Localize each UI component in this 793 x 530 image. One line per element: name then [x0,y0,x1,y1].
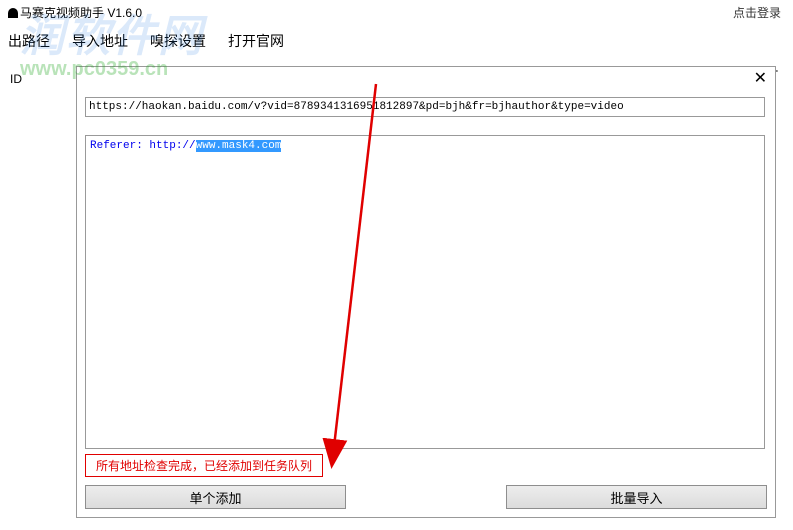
menu-open-site[interactable]: 打开官网 [228,31,284,51]
close-icon[interactable]: ✕ [754,71,767,87]
url-input[interactable] [85,97,765,117]
app-title: 马赛克视频助手 V1.6.0 [20,4,142,21]
referer-textarea[interactable]: Referer: http://www.mask4.com [85,135,765,449]
login-link[interactable]: 点击登录 [733,4,781,21]
single-add-button[interactable]: 单个添加 [85,485,346,509]
referer-selected[interactable]: www.mask4.com [196,140,282,152]
menu-import-addr[interactable]: 导入地址 [72,31,128,51]
user-icon [8,8,18,18]
id-column-header: ID [10,72,22,86]
add-dialog: ✕ Referer: http://www.mask4.com 所有地址检查完成… [76,66,776,518]
referer-prefix: Referer: http:// [90,140,196,152]
batch-import-button[interactable]: 批量导入 [506,485,767,509]
status-message: 所有地址检查完成，已经添加到任务队列 [85,454,323,477]
menu-export-path[interactable]: 出路径 [8,31,50,51]
menubar: 出路径 导入地址 嗅探设置 打开官网 [0,25,793,59]
menu-sniff-settings[interactable]: 嗅探设置 [150,31,206,51]
